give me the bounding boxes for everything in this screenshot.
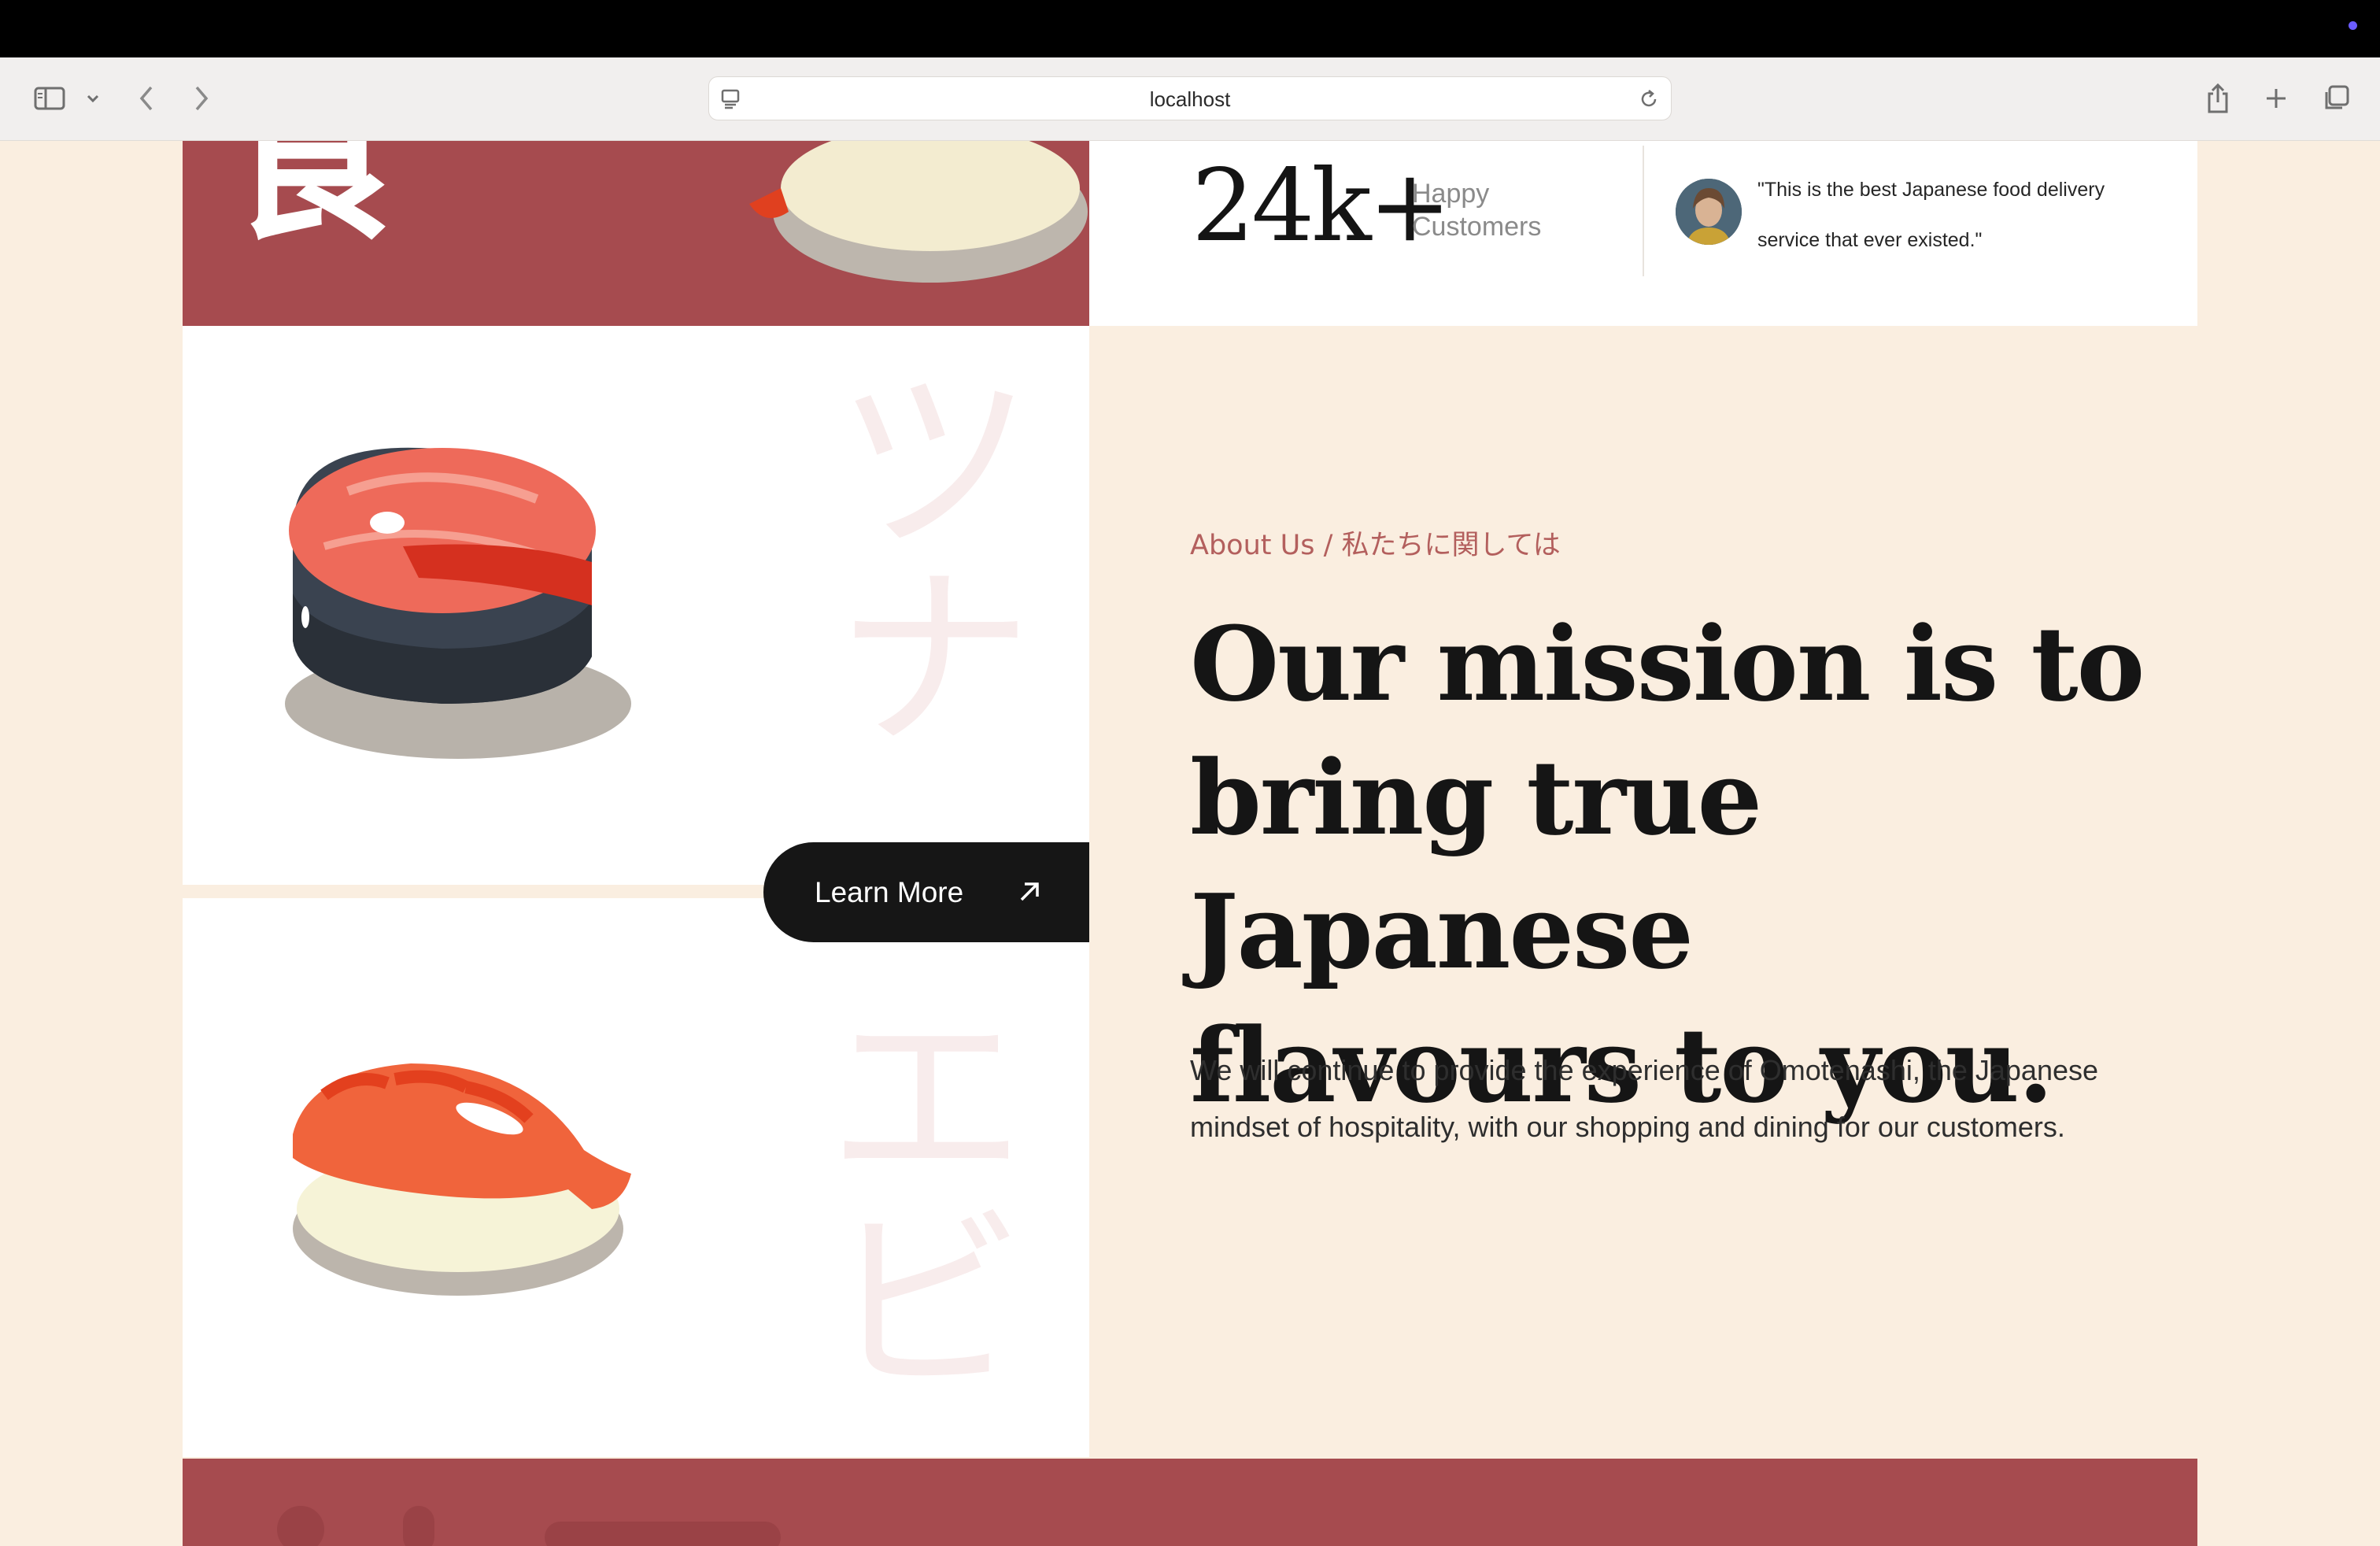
decorative-shape	[403, 1506, 434, 1546]
status-dot-icon	[2349, 21, 2357, 30]
testimonial-quote: "This is the best Japanese food delivery…	[1757, 179, 2105, 251]
sidebar-icon[interactable]	[30, 75, 69, 122]
hero-banner: 食	[183, 141, 1089, 326]
learn-more-label: Learn More	[815, 876, 964, 908]
hero-kanji: 食	[222, 141, 404, 265]
back-arrow-icon[interactable]	[132, 75, 161, 122]
reload-icon[interactable]	[1638, 88, 1660, 113]
tuna-kanji-bottom: ナ	[836, 546, 1033, 775]
stats-divider	[1643, 146, 1644, 276]
sushi-illustration-top	[749, 141, 1088, 283]
tuna-illustration	[285, 447, 631, 759]
browser-toolbar: localhost	[0, 57, 2380, 141]
forward-arrow-icon[interactable]	[187, 75, 216, 122]
next-section-banner	[183, 1459, 2197, 1546]
tabs-overview-icon[interactable]	[2319, 75, 2353, 122]
learn-more-button[interactable]: Learn More	[763, 842, 1089, 942]
shrimp-nigiri-illustration	[293, 1063, 631, 1296]
page-content: 食 24k+ Happy Customers "This is the best…	[0, 141, 2380, 1546]
decorative-shape	[277, 1506, 324, 1546]
customers-label: Happy Customers	[1412, 179, 1542, 242]
share-icon[interactable]	[2202, 75, 2234, 122]
address-bar[interactable]: localhost	[708, 76, 1672, 120]
mission-body: We will continue to provide the experien…	[1190, 1054, 2099, 1143]
new-tab-icon[interactable]	[2260, 75, 2292, 122]
shrimp-card: エ ビ	[183, 898, 1089, 1457]
arrow-up-right-icon	[1020, 882, 1039, 901]
tuna-kanji-top: ツ	[836, 349, 1033, 578]
tuna-card: ツ ナ	[183, 326, 1089, 885]
chevron-down-icon[interactable]	[82, 75, 104, 122]
shrimp-kanji-top: エ	[828, 984, 1025, 1213]
about-us-label: About Us / 私たちに関しては	[1190, 530, 1561, 561]
avatar	[1676, 179, 1742, 245]
shrimp-kanji-bottom: ビ	[828, 1189, 1025, 1418]
menu-bar	[0, 0, 2380, 57]
url-text: localhost	[1149, 87, 1231, 111]
stats-bar: 24k+ Happy Customers "This is the best J…	[1089, 141, 2197, 326]
customers-count: 24k+	[1192, 148, 1451, 264]
decorative-shape	[545, 1522, 781, 1546]
